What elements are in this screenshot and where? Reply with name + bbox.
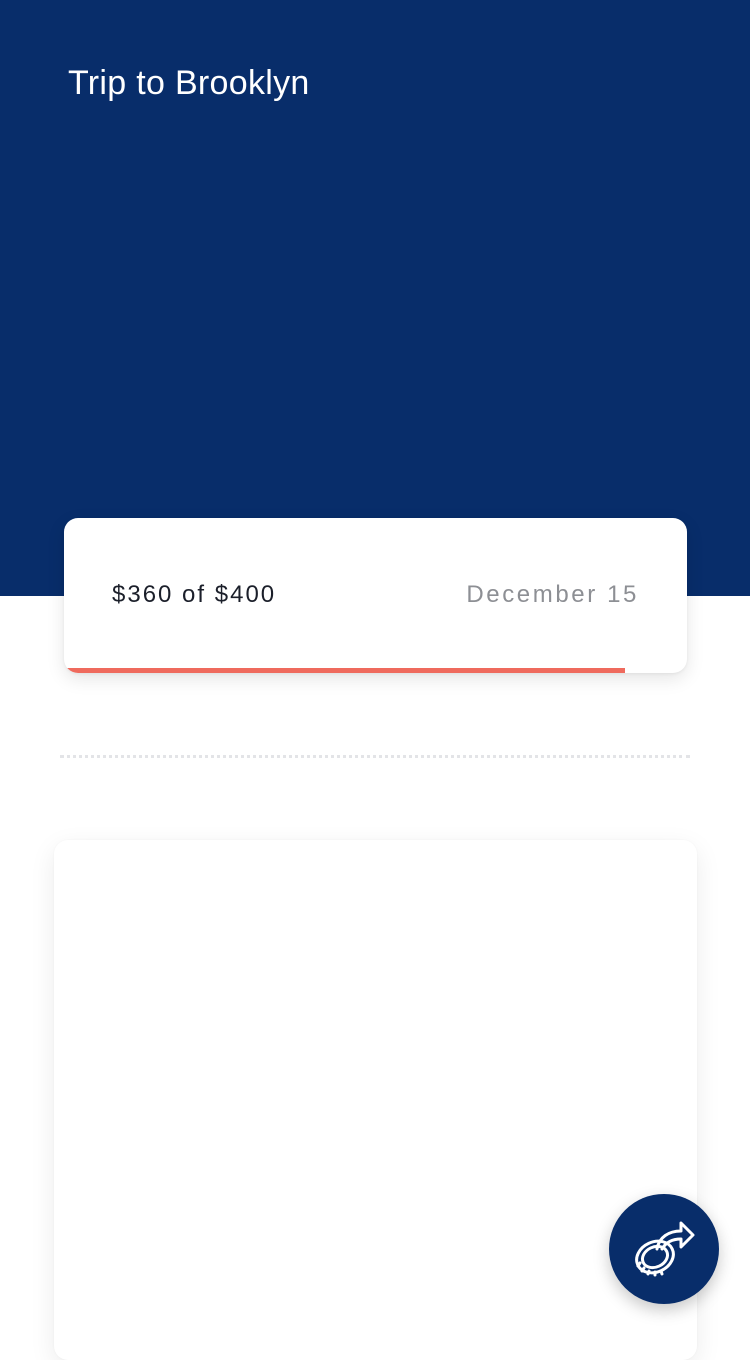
progress-bar-fill [64, 668, 625, 673]
transfer-button[interactable] [609, 1194, 719, 1304]
content-card [54, 840, 697, 1360]
due-date: December 15 [466, 581, 639, 608]
header-banner: Trip to Brooklyn [0, 0, 750, 596]
coin-share-icon [631, 1219, 697, 1279]
goal-title: Trip to Brooklyn [68, 64, 310, 102]
savings-amount: $360 of $400 [112, 581, 277, 608]
dotted-divider [60, 755, 690, 758]
progress-card[interactable]: $360 of $400 December 15 [64, 518, 687, 673]
progress-bar [64, 668, 687, 673]
